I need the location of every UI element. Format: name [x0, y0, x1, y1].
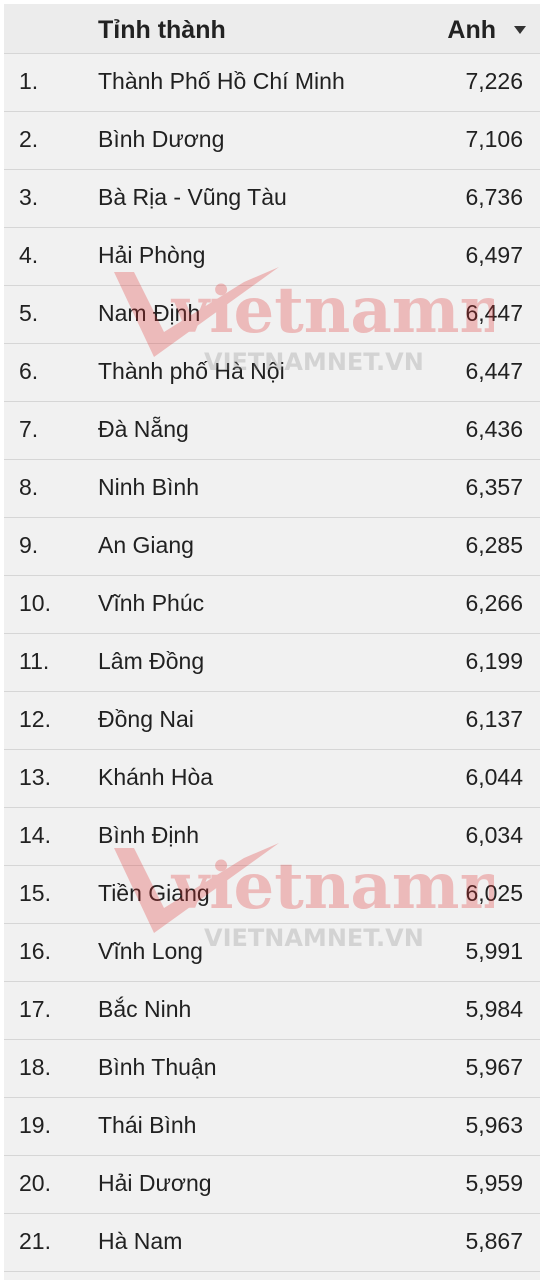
- row-province-name: Vĩnh Phúc: [98, 590, 205, 616]
- row-rank: 2.: [19, 126, 39, 152]
- table-row: 13. Khánh Hòa 6,044: [4, 750, 540, 808]
- column-header-score[interactable]: Anh: [447, 16, 496, 45]
- row-score: 6,285: [465, 532, 523, 558]
- sort-descending-icon[interactable]: [514, 26, 526, 34]
- table-body: 1. Thành Phố Hồ Chí Minh 7,226 2. Bình Dương…: [4, 54, 540, 1272]
- table-row: 9. An Giang 6,285: [4, 518, 540, 576]
- row-score: 5,959: [465, 1170, 523, 1196]
- row-province-name: Bình Thuận: [98, 1054, 217, 1080]
- table-row: 7. Đà Nẵng 6,436: [4, 402, 540, 460]
- row-province-name: Bình Định: [98, 822, 200, 848]
- table-row: 17. Bắc Ninh 5,984: [4, 982, 540, 1040]
- table-row: 10. Vĩnh Phúc 6,266: [4, 576, 540, 634]
- row-rank: 16.: [19, 938, 51, 964]
- table-row: 6. Thành phố Hà Nội 6,447: [4, 344, 540, 402]
- row-rank: 3.: [19, 184, 39, 210]
- table-row: 14. Bình Định 6,034: [4, 808, 540, 866]
- row-province-name: An Giang: [98, 532, 194, 558]
- row-rank: 14.: [19, 822, 51, 848]
- table-row: 19. Thái Bình 5,963: [4, 1098, 540, 1156]
- row-province-name: Bắc Ninh: [98, 996, 192, 1022]
- row-score: 5,867: [465, 1228, 523, 1254]
- row-rank: 19.: [19, 1112, 51, 1138]
- row-rank: 18.: [19, 1054, 51, 1080]
- row-score: 7,226: [465, 68, 523, 94]
- row-score: 5,963: [465, 1112, 523, 1138]
- table-header: Tỉnh thành Anh: [4, 4, 540, 54]
- row-rank: 15.: [19, 880, 51, 906]
- row-rank: 21.: [19, 1228, 51, 1254]
- table-row: 5. Nam Định 6,447: [4, 286, 540, 344]
- row-score: 6,447: [465, 300, 523, 326]
- row-score: 5,991: [465, 938, 523, 964]
- row-province-name: Thành phố Hà Nội: [98, 358, 285, 384]
- table-row: 15. Tiền Giang 6,025: [4, 866, 540, 924]
- row-score: 6,436: [465, 416, 523, 442]
- ranking-table: Tỉnh thành Anh 1. Thành Phố Hồ Chí Minh 7,…: [4, 4, 540, 1280]
- table-row: 2. Bình Dương 7,106: [4, 112, 540, 170]
- row-province-name: Ninh Bình: [98, 474, 200, 500]
- row-province-name: Lâm Đồng: [98, 648, 205, 674]
- row-score: 5,984: [465, 996, 523, 1022]
- table-row: 20. Hải Dương 5,959: [4, 1156, 540, 1214]
- table-row: 12. Đồng Nai 6,137: [4, 692, 540, 750]
- row-score: 6,497: [465, 242, 523, 268]
- row-province-name: Hà Nam: [98, 1228, 183, 1254]
- row-rank: 7.: [19, 416, 39, 442]
- row-province-name: Đà Nẵng: [98, 416, 189, 442]
- row-rank: 9.: [19, 532, 39, 558]
- row-rank: 20.: [19, 1170, 51, 1196]
- row-province-name: Vĩnh Long: [98, 938, 203, 964]
- row-province-name: Tiền Giang: [98, 880, 210, 906]
- row-province-name: Nam Định: [98, 300, 201, 326]
- row-rank: 4.: [19, 242, 39, 268]
- column-header-province[interactable]: Tỉnh thành: [98, 16, 226, 45]
- table-row: 8. Ninh Bình 6,357: [4, 460, 540, 518]
- table-row: 4. Hải Phòng 6,497: [4, 228, 540, 286]
- row-province-name: Hải Dương: [98, 1170, 212, 1196]
- row-province-name: Đồng Nai: [98, 706, 194, 732]
- row-score: 6,137: [465, 706, 523, 732]
- table-row: 18. Bình Thuận 5,967: [4, 1040, 540, 1098]
- table-row: 16. Vĩnh Long 5,991: [4, 924, 540, 982]
- row-province-name: Thành Phố Hồ Chí Minh: [98, 68, 345, 94]
- row-score: 6,034: [465, 822, 523, 848]
- table-row: 3. Bà Rịa - Vũng Tàu 6,736: [4, 170, 540, 228]
- row-score: 6,357: [465, 474, 523, 500]
- row-score: 6,266: [465, 590, 523, 616]
- row-score: 6,025: [465, 880, 523, 906]
- row-rank: 17.: [19, 996, 51, 1022]
- row-rank: 12.: [19, 706, 51, 732]
- row-score: 7,106: [465, 126, 523, 152]
- row-province-name: Hải Phòng: [98, 242, 206, 268]
- row-score: 6,447: [465, 358, 523, 384]
- row-province-name: Bình Dương: [98, 126, 225, 152]
- row-province-name: Bà Rịa - Vũng Tàu: [98, 184, 287, 210]
- row-score: 6,044: [465, 764, 523, 790]
- table-row: 1. Thành Phố Hồ Chí Minh 7,226: [4, 54, 540, 112]
- row-score: 5,967: [465, 1054, 523, 1080]
- row-rank: 1.: [19, 68, 39, 94]
- row-rank: 10.: [19, 590, 51, 616]
- row-province-name: Khánh Hòa: [98, 764, 214, 790]
- row-rank: 8.: [19, 474, 39, 500]
- row-rank: 6.: [19, 358, 39, 384]
- row-score: 6,199: [465, 648, 523, 674]
- row-rank: 13.: [19, 764, 51, 790]
- row-score: 6,736: [465, 184, 523, 210]
- row-province-name: Thái Bình: [98, 1112, 197, 1138]
- row-rank: 5.: [19, 300, 39, 326]
- row-rank: 11.: [19, 648, 50, 674]
- table-row: 21. Hà Nam 5,867: [4, 1214, 540, 1272]
- table-row: 11. Lâm Đồng 6,199: [4, 634, 540, 692]
